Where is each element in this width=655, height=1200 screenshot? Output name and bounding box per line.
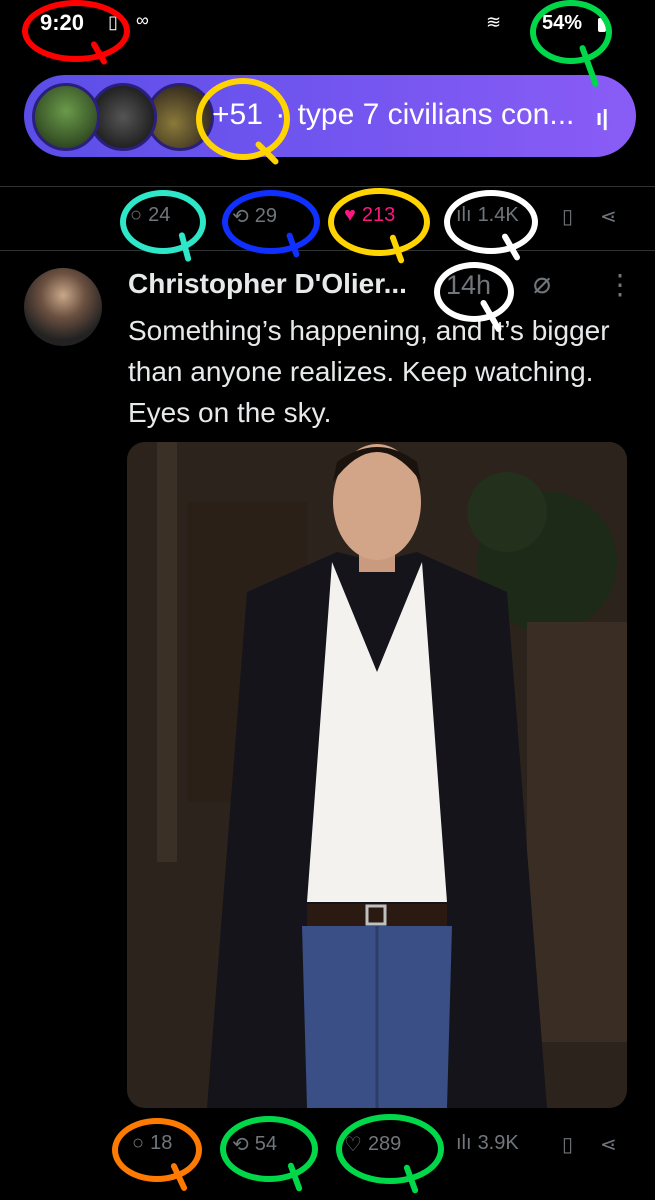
audio-bars-icon: ı| bbox=[596, 105, 609, 130]
avatar-frog bbox=[32, 83, 100, 151]
voicemail-icon: ∞ bbox=[136, 10, 149, 30]
annotation-circle-replies bbox=[120, 190, 206, 254]
author-avatar[interactable] bbox=[24, 268, 102, 346]
grok-icon[interactable]: ⌀ bbox=[533, 266, 551, 301]
wifi-icon: ≋ bbox=[486, 12, 502, 32]
annotation-circle-count bbox=[196, 78, 290, 160]
tweet-share-button[interactable]: ⋖ bbox=[600, 1132, 617, 1157]
annotation-circle-tweet-likes bbox=[336, 1114, 444, 1184]
bookmark-icon: ▯ bbox=[562, 1134, 574, 1156]
divider bbox=[0, 250, 655, 251]
author-name[interactable]: Christopher D'Olier... bbox=[128, 268, 407, 300]
annotation-circle-reposts bbox=[222, 190, 320, 254]
share-icon: ⋖ bbox=[600, 1134, 617, 1156]
tweet-views-button[interactable]: ılı 3.9K bbox=[456, 1132, 519, 1155]
annotation-circle-time-ago bbox=[434, 262, 514, 322]
annotation-circle-tweet-replies bbox=[112, 1118, 202, 1182]
views-icon: ılı bbox=[456, 1132, 472, 1154]
tweet-views-count: 3.9K bbox=[477, 1132, 519, 1154]
annotation-circle-battery bbox=[530, 0, 612, 64]
annotation-circle-tweet-reposts bbox=[220, 1116, 318, 1182]
tweet-bookmark-button[interactable]: ▯ bbox=[562, 1132, 573, 1157]
bookmark-icon: ▯ bbox=[562, 206, 574, 228]
share-icon: ⋖ bbox=[600, 206, 617, 228]
annotation-circle-time bbox=[22, 0, 130, 62]
banner-title: type 7 civilians con... bbox=[297, 98, 575, 131]
photo-illustration bbox=[127, 442, 627, 1108]
annotation-circle-views bbox=[444, 190, 538, 254]
bookmark-button[interactable]: ▯ bbox=[562, 204, 573, 229]
share-button[interactable]: ⋖ bbox=[600, 204, 617, 229]
tweet-text: Something’s happening, and it’s bigger t… bbox=[128, 315, 610, 428]
annotation-circle-likes bbox=[328, 188, 430, 256]
divider bbox=[0, 186, 655, 187]
tweet-photo[interactable] bbox=[127, 442, 627, 1108]
more-icon[interactable]: ⋮ bbox=[606, 268, 634, 301]
